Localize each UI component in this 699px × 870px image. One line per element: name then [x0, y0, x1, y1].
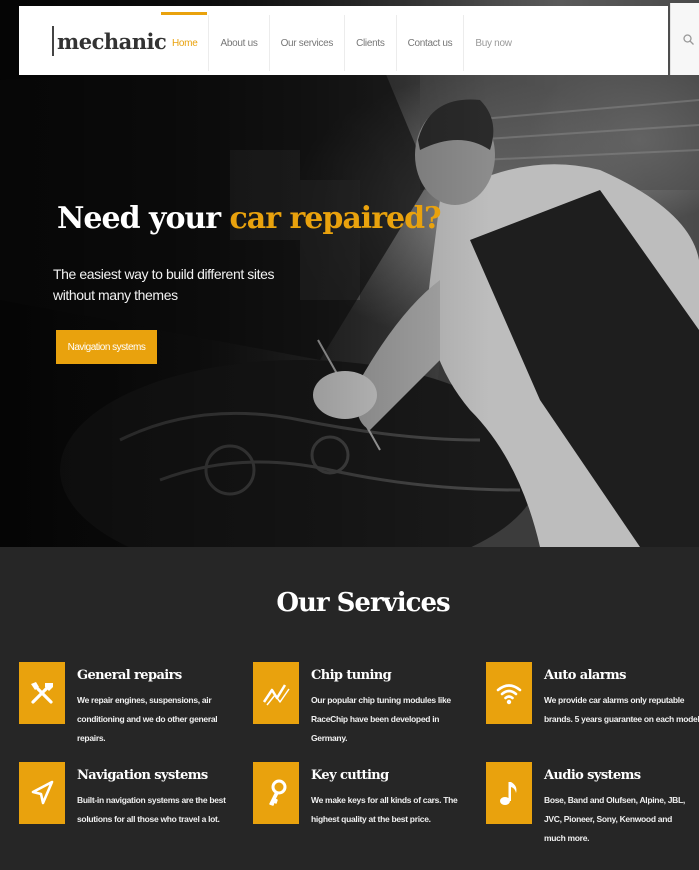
nav-label: Buy now: [475, 37, 512, 49]
logo[interactable]: mechanic: [52, 26, 167, 56]
music-note-icon: [500, 782, 517, 805]
hero-title: Need your car repaired?: [57, 201, 442, 236]
nav-item-about-us[interactable]: About us: [209, 15, 270, 71]
nav-label: Home: [172, 37, 198, 49]
service-title: General repairs: [77, 668, 182, 683]
service-icon-box: [19, 762, 65, 824]
search-icon: [683, 34, 694, 45]
service-icon-box: [253, 762, 299, 824]
hero-section: Need your car repaired? The easiest way …: [0, 0, 699, 547]
search-button[interactable]: [670, 3, 699, 75]
nav-label: Our services: [280, 37, 334, 49]
hero-subtitle: The easiest way to build different sites…: [53, 266, 275, 303]
service-icon-box: [486, 662, 532, 724]
service-title: Chip tuning: [311, 668, 392, 683]
key-icon: [269, 779, 287, 806]
service-title: Auto alarms: [544, 668, 626, 683]
service-description: Bose, Band and Olufsen, Alpine, JBL, JVC…: [544, 795, 685, 843]
wrench-screwdriver-icon: [31, 682, 53, 704]
services-title: Our Services: [276, 588, 450, 618]
service-icon-box: [253, 662, 299, 724]
nav-item-clients[interactable]: Clients: [345, 15, 397, 71]
navigation-arrow-icon: [31, 780, 54, 805]
main-nav: Home About us Our services Clients Conta…: [161, 12, 523, 71]
nav-label: About us: [220, 37, 258, 49]
nav-label: Contact us: [407, 37, 453, 49]
hero-title-accent: car repaired?: [229, 201, 442, 236]
hero-cta-button[interactable]: Navigation systems: [56, 330, 157, 364]
nav-item-contact-us[interactable]: Contact us: [397, 15, 465, 71]
nav-active-indicator: [161, 12, 207, 15]
service-title: Key cutting: [311, 768, 389, 783]
nav-label: Clients: [356, 37, 385, 49]
service-description: We make keys for all kinds of cars. The …: [311, 795, 458, 824]
service-icon-box: [19, 662, 65, 724]
site-header: mechanic Home About us Our services Clie…: [19, 6, 668, 75]
service-description: Our popular chip tuning modules like Rac…: [311, 695, 451, 743]
wifi-signal-icon: [496, 684, 522, 705]
nav-item-buy-now[interactable]: Buy now: [464, 15, 522, 71]
nav-item-home[interactable]: Home: [161, 12, 210, 71]
service-description: We provide car alarms only reputable bra…: [544, 695, 699, 724]
nav-item-our-services[interactable]: Our services: [270, 15, 346, 71]
service-icon-box: [486, 762, 532, 824]
service-title: Navigation systems: [77, 768, 208, 783]
hero-title-part1: Need your: [57, 201, 221, 236]
service-description: Built-in navigation systems are the best…: [77, 795, 226, 824]
line-chart-icon: [262, 684, 290, 706]
services-section: Our Services General repairs We repair e…: [0, 547, 699, 870]
service-description: We repair engines, suspensions, air cond…: [77, 695, 218, 743]
service-title: Audio systems: [544, 768, 641, 783]
